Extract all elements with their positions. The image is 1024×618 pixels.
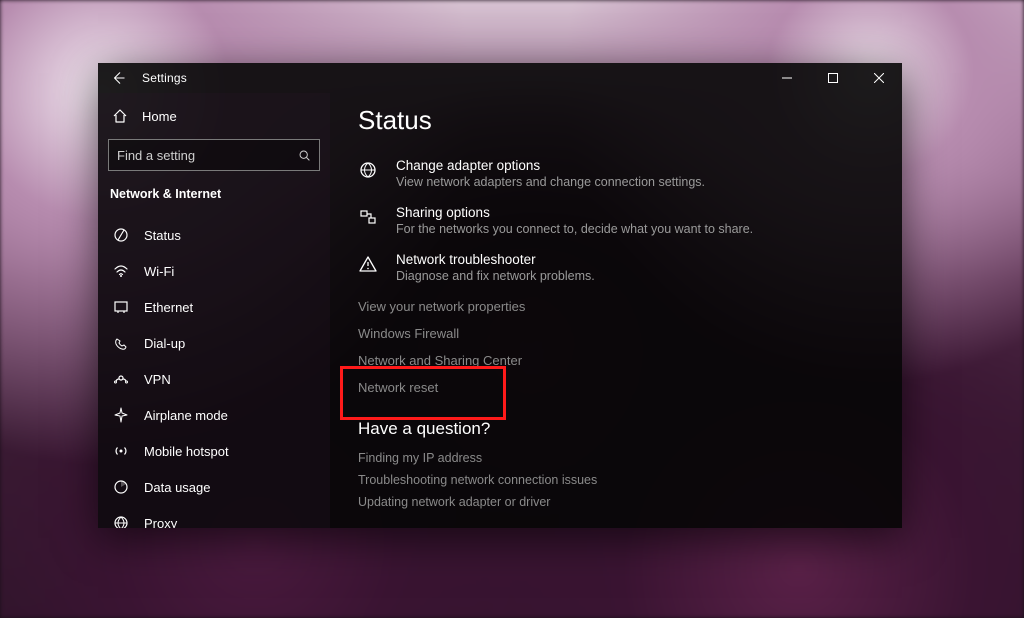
sidebar-item-proxy[interactable]: Proxy [108,507,320,528]
settings-options: Change adapter options View network adapt… [358,158,882,283]
back-arrow-icon [111,71,125,85]
option-desc: View network adapters and change connect… [396,175,705,189]
airplane-icon [112,407,130,423]
help-link[interactable]: Updating network adapter or driver [358,495,882,509]
help-heading: Have a question? [358,419,882,439]
proxy-icon [112,515,130,528]
back-button[interactable] [108,68,128,88]
window-title: Settings [142,71,187,85]
close-button[interactable] [856,63,902,93]
search-icon [298,149,311,162]
sidebar-nav: Status Wi-Fi Ethernet Dial-up VPN Airplane mo… [108,219,320,528]
help-link[interactable]: Finding my IP address [358,451,882,465]
search-input[interactable]: Find a setting [108,139,320,171]
setting-option[interactable]: Change adapter options View network adapt… [358,158,882,189]
sidebar-item-label: Data usage [144,480,211,495]
sidebar-item-label: Mobile hotspot [144,444,229,459]
option-label: Network troubleshooter [396,252,595,267]
globe-icon [358,158,380,189]
sidebar-item-label: Dial-up [144,336,185,351]
home-nav[interactable]: Home [108,99,320,133]
data-icon [112,479,130,495]
settings-link[interactable]: Network reset [358,380,882,395]
help-links: Finding my IP address Troubleshooting net… [358,451,882,509]
ethernet-icon [112,299,130,315]
sidebar-item-ethernet[interactable]: Ethernet [108,291,320,323]
sidebar-item-dialup[interactable]: Dial-up [108,327,320,359]
main-content: Status Change adapter options View networ… [330,93,902,528]
setting-option[interactable]: Sharing options For the networks you conn… [358,205,882,236]
sidebar-item-label: Airplane mode [144,408,228,423]
sidebar-item-wifi[interactable]: Wi-Fi [108,255,320,287]
settings-links: View your network properties Windows Fire… [358,299,882,395]
sidebar-item-label: Ethernet [144,300,193,315]
option-desc: Diagnose and fix network problems. [396,269,595,283]
settings-window: Settings Home Find a setting [98,63,902,528]
sidebar-item-label: Status [144,228,181,243]
hotspot-icon [112,443,130,459]
sidebar-item-label: Proxy [144,516,177,529]
sidebar-item-label: Wi-Fi [144,264,174,279]
sidebar: Home Find a setting Network & Internet S… [98,93,330,528]
setting-option[interactable]: Network troubleshooter Diagnose and fix n… [358,252,882,283]
option-label: Change adapter options [396,158,705,173]
vpn-icon [112,371,130,387]
settings-link[interactable]: Windows Firewall [358,326,882,341]
warn-icon [358,252,380,283]
window-body: Home Find a setting Network & Internet S… [98,93,902,528]
minimize-button[interactable] [764,63,810,93]
option-desc: For the networks you connect to, decide … [396,222,753,236]
sidebar-item-status[interactable]: Status [108,219,320,251]
status-icon [112,227,130,243]
help-link[interactable]: Troubleshooting network connection issue… [358,473,882,487]
settings-link[interactable]: Network and Sharing Center [358,353,882,368]
sharing-icon [358,205,380,236]
sidebar-section-title: Network & Internet [108,187,320,201]
search-placeholder: Find a setting [117,148,298,163]
dialup-icon [112,335,130,351]
maximize-button[interactable] [810,63,856,93]
option-label: Sharing options [396,205,753,220]
settings-link[interactable]: View your network properties [358,299,882,314]
home-label: Home [142,109,177,124]
sidebar-item-airplane[interactable]: Airplane mode [108,399,320,431]
sidebar-item-hotspot[interactable]: Mobile hotspot [108,435,320,467]
wifi-icon [112,263,130,279]
sidebar-item-label: VPN [144,372,171,387]
titlebar: Settings [98,63,902,93]
home-icon [112,108,128,124]
sidebar-item-data[interactable]: Data usage [108,471,320,503]
window-controls [764,63,902,93]
page-title: Status [358,105,882,136]
sidebar-item-vpn[interactable]: VPN [108,363,320,395]
